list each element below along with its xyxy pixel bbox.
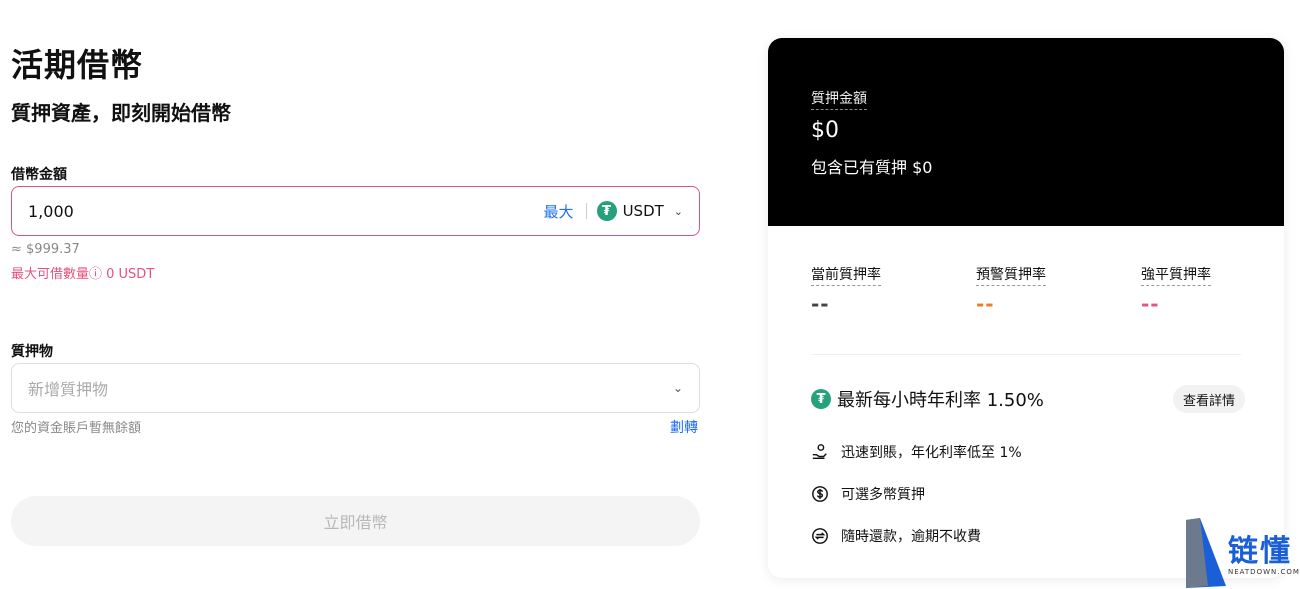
collateral-amount-label: 質押金額: [811, 88, 867, 110]
page: 活期借幣 質押資產，即刻開始借幣 借幣金額 1,000 最大 ₮ USDT ⌄ …: [0, 0, 1300, 589]
transfer-link[interactable]: 劃轉: [670, 417, 698, 437]
liquidation-ltv-value: --: [1141, 292, 1160, 316]
no-balance-text: 您的資金賬戶暫無餘額: [11, 421, 142, 436]
watermark-text: 链懂: [1228, 534, 1292, 569]
approx-value: ≈ $999.37: [11, 242, 80, 257]
coin-selector[interactable]: ₮ USDT ⌄: [596, 201, 683, 221]
liquidation-ltv: 強平質押率 --: [1141, 264, 1211, 316]
dollar-circle-icon: [812, 486, 828, 502]
usdt-icon: ₮: [596, 201, 617, 221]
included-collateral-text: 包含已有質押 $0: [811, 158, 933, 177]
warning-ltv-value: --: [976, 292, 995, 316]
latest-rate: ₮ 最新每小時年利率 1.50%: [811, 386, 1044, 412]
collateral-label: 質押物: [11, 344, 53, 360]
collateral-placeholder: 新增質押物: [28, 380, 109, 399]
card-divider: [811, 354, 1241, 355]
feature-item: 可選多幣質押: [811, 484, 925, 504]
max-button[interactable]: 最大: [544, 201, 574, 222]
feature-text: 可選多幣質押: [841, 487, 925, 503]
collateral-amount-value: $0: [811, 118, 839, 143]
coin-label: USDT: [622, 202, 664, 220]
borrow-amount-label: 借幣金額: [11, 167, 67, 183]
latest-rate-text: 最新每小時年利率 1.50%: [837, 390, 1044, 411]
chevron-down-icon: ⌄: [673, 204, 683, 218]
card-header: 質押金額 $0 包含已有質押 $0: [768, 38, 1284, 226]
summary-card: 質押金額 $0 包含已有質押 $0 當前質押率 -- 預警質押率 -- 強平質押…: [768, 38, 1284, 578]
warning-ltv-label: 預警質押率: [976, 264, 1046, 286]
divider: [585, 203, 587, 219]
rates-row: 當前質押率 -- 預警質押率 -- 強平質押率 --: [768, 264, 1284, 334]
borrow-now-button[interactable]: 立即借幣: [11, 496, 700, 546]
current-ltv-value: --: [811, 292, 830, 316]
warning-ltv: 預警質押率 --: [976, 264, 1046, 316]
usdt-icon: ₮: [811, 389, 831, 409]
swap-circle-icon: [812, 528, 828, 544]
watermark-domain: NEATDOWN.COM: [1228, 568, 1300, 576]
chevron-down-icon: ⌄: [672, 381, 683, 395]
watermark-logo: 链懂 NEATDOWN.COM: [1186, 518, 1300, 588]
borrow-amount-value[interactable]: 1,000: [28, 202, 544, 221]
collateral-select[interactable]: 新增質押物 ⌄: [11, 363, 700, 413]
liquidation-ltv-label: 強平質押率: [1141, 264, 1211, 286]
view-details-button[interactable]: 查看詳情: [1173, 385, 1246, 413]
feature-item: 迅速到賬，年化利率低至 1%: [811, 442, 1022, 462]
feature-text: 迅速到賬，年化利率低至 1%: [841, 445, 1022, 461]
max-borrow-text: 最大可借數量ⓘ 0 USDT: [11, 267, 155, 282]
page-subtitle: 質押資產，即刻開始借幣: [11, 101, 231, 125]
feature-text: 隨時還款，逾期不收費: [841, 529, 981, 545]
hand-coin-icon: [812, 444, 827, 460]
page-title: 活期借幣: [11, 46, 144, 84]
logo-mark-icon: [1186, 518, 1226, 588]
current-ltv-label: 當前質押率: [811, 264, 881, 286]
borrow-amount-input[interactable]: 1,000 最大 ₮ USDT ⌄: [11, 186, 700, 236]
feature-item: 隨時還款，逾期不收費: [811, 526, 981, 546]
current-ltv: 當前質押率 --: [811, 264, 881, 316]
